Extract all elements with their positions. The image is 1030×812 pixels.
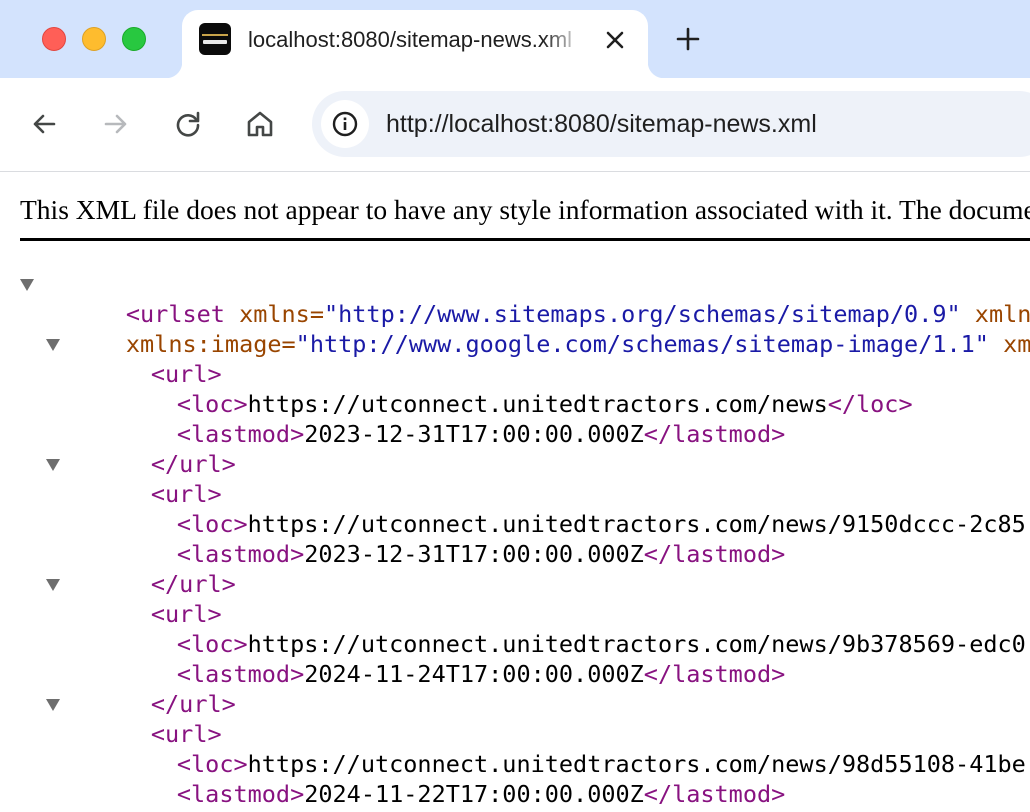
xml-loc-line: <loc>https://utconnect.unitedtractors.co… (176, 390, 913, 418)
tab-title: localhost:8080/sitemap-news.xml (248, 27, 573, 52)
divider (20, 238, 1030, 241)
collapse-arrow-icon[interactable] (46, 459, 60, 471)
xml-lastmod-line: <lastmod>2023-12-31T17:00:00.000Z</lastm… (176, 420, 786, 448)
favicon-icon (199, 23, 231, 55)
collapse-arrow-icon[interactable] (46, 579, 60, 591)
xml-info-message: This XML file does not appear to have an… (20, 194, 1030, 225)
minimize-window-button[interactable] (82, 27, 106, 51)
xml-url-open: <url> (0, 449, 1030, 508)
address-bar[interactable]: http://localhost:8080/sitemap-news.xml (312, 91, 1030, 157)
xml-url-close: </url> (150, 570, 236, 598)
xml-url-close: </url> (150, 690, 236, 718)
xml-url-open: <url> (0, 329, 1030, 388)
forward-icon[interactable] (100, 108, 132, 140)
xml-lastmod-line: <lastmod>2024-11-24T17:00:00.000Z</lastm… (176, 660, 786, 688)
page-content: This XML file does not appear to have an… (0, 172, 1030, 812)
xml-loc-line: <loc>https://utconnect.unitedtractors.co… (176, 630, 1026, 658)
xml-urlset-line-2: xmlns:image="http://www.google.com/schem… (0, 299, 1030, 358)
xml-loc-line: <loc>https://utconnect.unitedtractors.co… (176, 510, 1026, 538)
tab-strip: localhost:8080/sitemap-news.xml (0, 0, 1030, 78)
active-tab[interactable]: localhost:8080/sitemap-news.xml (166, 10, 664, 78)
browser-toolbar: http://localhost:8080/sitemap-news.xml (0, 78, 1030, 172)
close-window-button[interactable] (42, 27, 66, 51)
collapse-arrow-icon[interactable] (20, 279, 34, 291)
xml-loc-line: <loc>https://utconnect.unitedtractors.co… (176, 750, 1026, 778)
home-icon[interactable] (244, 108, 276, 140)
back-icon[interactable] (28, 108, 60, 140)
xml-url-open: <url> (0, 689, 1030, 748)
xml-urlset-line: <urlset xmlns="http://www.sitemaps.org/s… (0, 269, 1030, 328)
url-text[interactable]: http://localhost:8080/sitemap-news.xml (386, 108, 817, 140)
xml-lastmod-line: <lastmod>2023-12-31T17:00:00.000Z</lastm… (176, 540, 786, 568)
collapse-arrow-icon[interactable] (46, 699, 60, 711)
xml-url-open: <url> (0, 569, 1030, 628)
info-circle-icon (332, 111, 358, 137)
collapse-arrow-icon[interactable] (46, 339, 60, 351)
maximize-window-button[interactable] (122, 27, 146, 51)
site-info-button[interactable] (321, 100, 369, 148)
reload-icon[interactable] (172, 108, 204, 140)
xml-lastmod-line: <lastmod>2024-11-22T17:00:00.000Z</lastm… (176, 780, 786, 808)
xml-tree: <urlset xmlns="http://www.sitemaps.org/s… (0, 269, 1030, 812)
xml-url-close: </url> (0, 779, 1030, 812)
xml-url-close: </url> (150, 450, 236, 478)
new-tab-icon[interactable] (673, 24, 703, 54)
close-tab-icon[interactable] (602, 27, 628, 53)
